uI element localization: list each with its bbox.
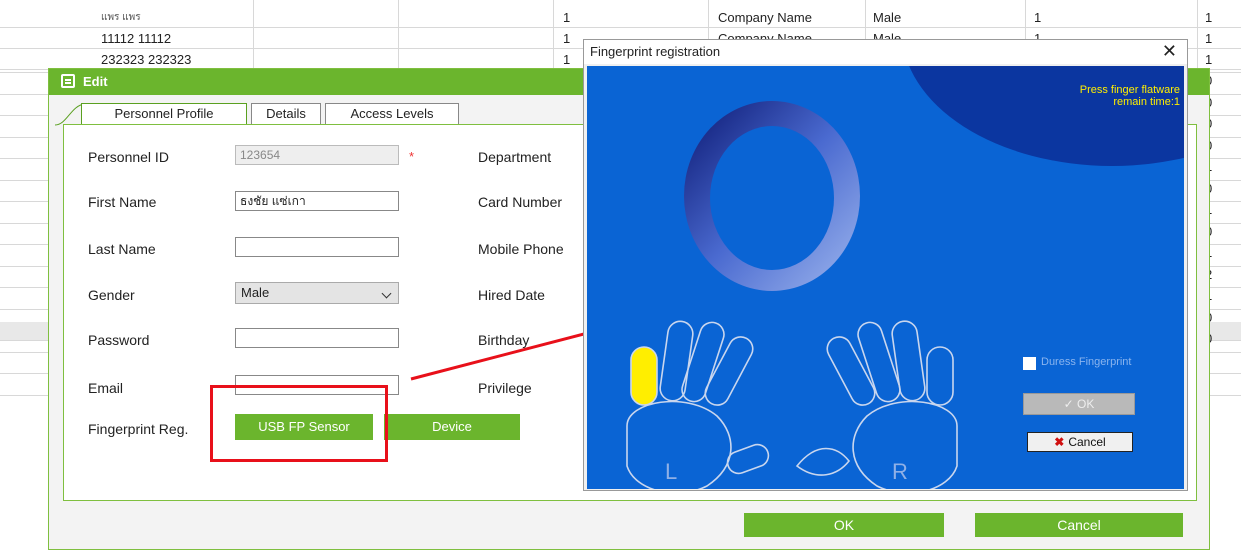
fingerprint-dialog-title: Fingerprint registration bbox=[590, 44, 721, 59]
fingerprint-ok-button[interactable]: ✓ OK bbox=[1023, 393, 1135, 415]
fingerprint-dialog-titlebar[interactable]: Fingerprint registration ✕ bbox=[584, 40, 1187, 64]
fingerprint-capture-area: Press finger flatware remain time:1 L R … bbox=[587, 66, 1184, 489]
fingerprint-cancel-label: Cancel bbox=[1068, 435, 1106, 449]
fingerprint-graphics: L R bbox=[626, 101, 958, 489]
right-hand-icon bbox=[795, 320, 958, 489]
checkmark-icon: ✓ bbox=[1063, 397, 1074, 411]
duress-fingerprint-label: Duress Fingerprint bbox=[1041, 356, 1132, 368]
duress-checkbox[interactable] bbox=[1023, 357, 1036, 370]
left-little-finger bbox=[630, 346, 658, 406]
left-hand-label: L bbox=[665, 459, 677, 484]
fingerprint-ok-label: OK bbox=[1077, 397, 1095, 411]
right-hand-label: R bbox=[892, 459, 908, 484]
left-ring-finger bbox=[659, 320, 694, 402]
right-thumb bbox=[795, 447, 851, 476]
right-ring-finger bbox=[891, 320, 926, 402]
close-icon[interactable]: ✕ bbox=[1162, 42, 1177, 60]
right-index-finger bbox=[826, 336, 876, 406]
left-hand-icon bbox=[626, 320, 770, 489]
fingerprint-cancel-button[interactable]: ✖ Cancel bbox=[1027, 432, 1133, 452]
right-little-finger bbox=[926, 346, 954, 406]
fingerprint-registration-dialog: Fingerprint registration ✕ Press finger … bbox=[583, 39, 1188, 491]
fingerprint-ring-icon bbox=[684, 101, 860, 291]
left-palm bbox=[626, 400, 732, 489]
x-icon: ✖ bbox=[1054, 435, 1065, 449]
left-index-finger bbox=[704, 336, 754, 406]
